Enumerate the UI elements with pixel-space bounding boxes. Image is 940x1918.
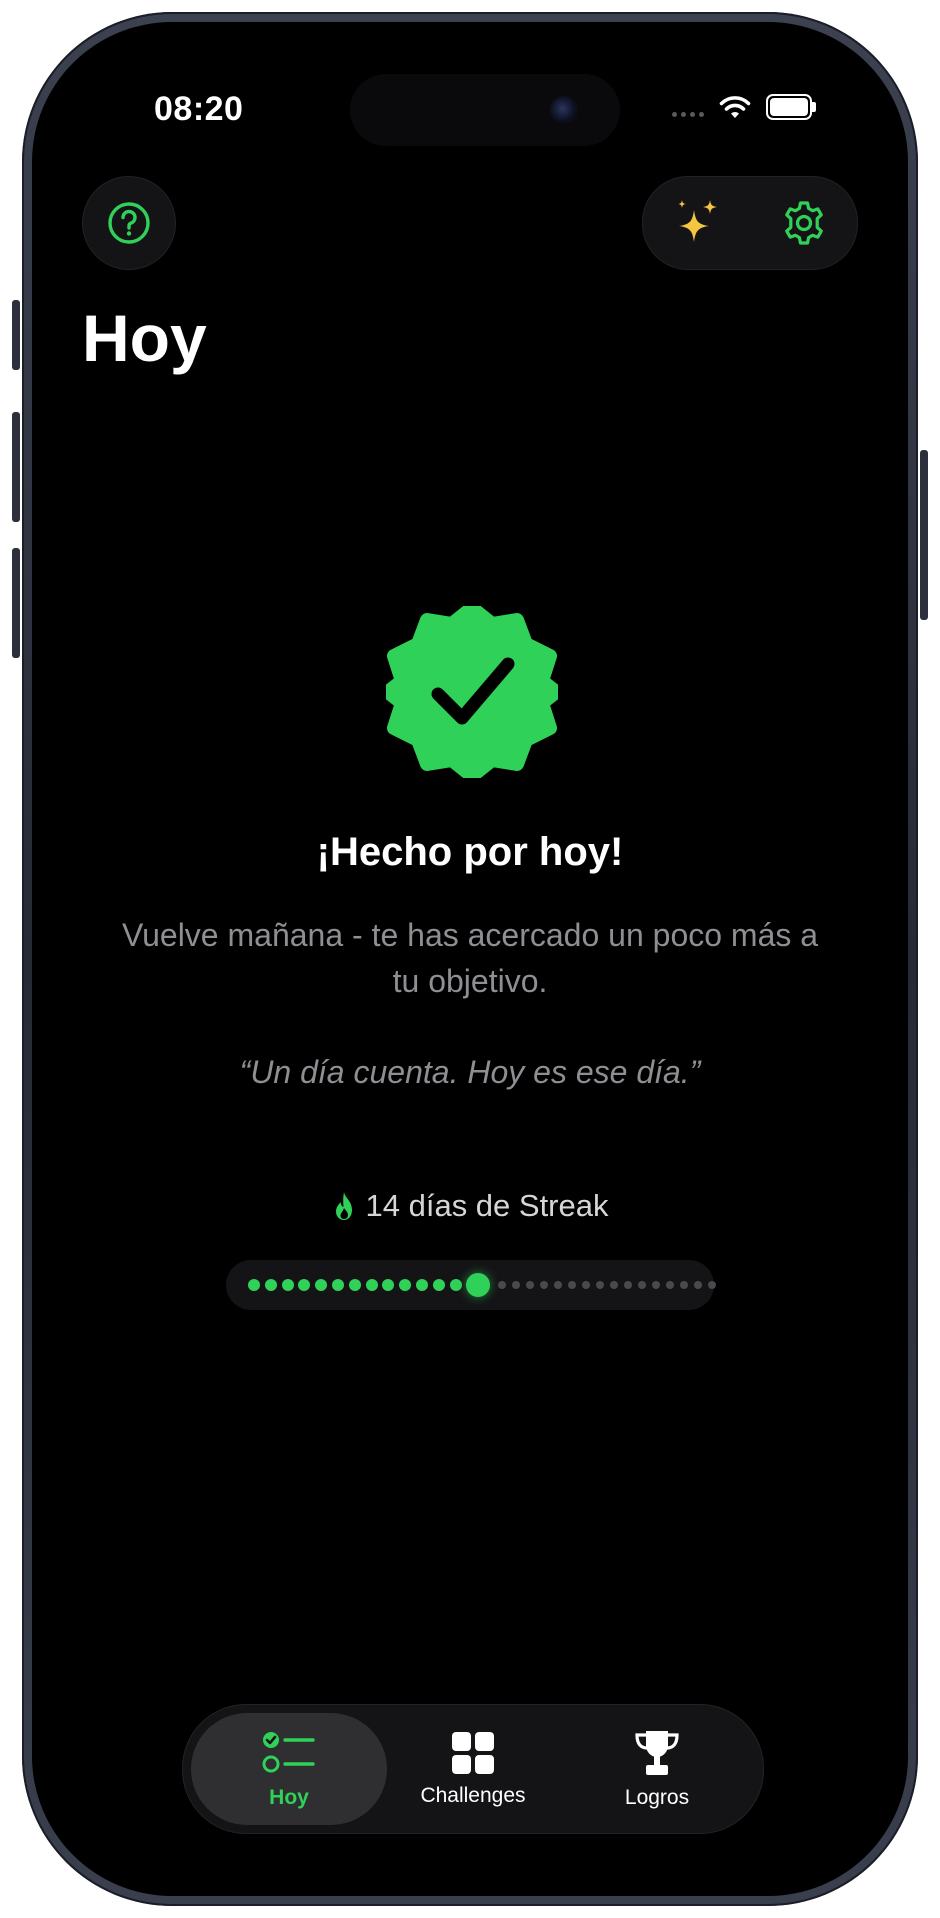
streak-day-dot-upcoming [526, 1281, 535, 1289]
dynamic-island [350, 74, 620, 146]
cellular-signal-icon [672, 111, 704, 117]
question-circle-icon [108, 202, 150, 244]
streak-day-dot-upcoming [540, 1281, 549, 1289]
streak-day-dot-completed [248, 1279, 260, 1291]
streak-day-dot-upcoming [638, 1281, 647, 1289]
streak-day-dot-completed [399, 1279, 412, 1291]
action-button [12, 300, 20, 370]
streak-day-dot-upcoming [680, 1281, 689, 1289]
streak-day-dot-completed [298, 1279, 311, 1291]
tab-label: Logros [624, 1786, 690, 1809]
streak-day-dot-completed [449, 1279, 462, 1291]
help-button[interactable] [82, 176, 176, 270]
trophy-icon [635, 1731, 679, 1775]
streak-day-dot-upcoming [498, 1281, 507, 1289]
tab-challenges[interactable]: Challenges [375, 1713, 571, 1825]
streak-day-dot-upcoming [582, 1281, 591, 1289]
sparkles-icon [677, 200, 717, 242]
flame-icon [335, 1192, 352, 1220]
streak-day-dot-completed [432, 1279, 445, 1291]
streak-day-dot-upcoming [624, 1281, 633, 1289]
volume-up-button [12, 412, 20, 522]
battery-icon [766, 94, 816, 120]
streak-summary: 14 días de Streak [32, 1188, 908, 1224]
streak-day-dot-completed [331, 1279, 344, 1291]
streak-day-dot-upcoming [512, 1281, 521, 1289]
front-camera [550, 96, 578, 124]
streak-progress-track [226, 1260, 717, 1310]
tab-label: Challenges [420, 1784, 526, 1807]
checkmark-seal-icon [386, 606, 558, 778]
streak-day-dot-completed [281, 1279, 294, 1291]
page-title: Hoy [82, 301, 207, 375]
streak-day-dot-upcoming [708, 1281, 717, 1289]
streak-current-day-dot [466, 1273, 491, 1297]
volume-down-button [12, 548, 20, 658]
streak-day-dot-completed [415, 1279, 428, 1291]
status-time: 08:20 [154, 90, 244, 128]
grid-icon [452, 1732, 494, 1774]
streak-day-dot-upcoming [568, 1281, 577, 1289]
streak-day-dot-upcoming [652, 1281, 661, 1289]
streak-label: 14 días de Streak [365, 1188, 609, 1223]
tab-logros[interactable]: Logros [559, 1713, 755, 1825]
power-button [920, 450, 928, 620]
tab-bar: Hoy Challenges Logros [182, 1704, 764, 1834]
streak-day-dot-completed [315, 1279, 328, 1291]
tab-hoy[interactable]: Hoy [191, 1713, 387, 1825]
streak-day-dot-completed [382, 1279, 395, 1291]
streak-day-dot-completed [264, 1279, 277, 1291]
streak-day-dot-upcoming [694, 1281, 703, 1289]
completion-subtitle: Vuelve mañana - te has acercado un poco … [121, 917, 819, 999]
sparkles-button[interactable] [643, 177, 750, 269]
gear-icon [784, 201, 823, 245]
checklist-icon [262, 1732, 315, 1773]
tab-label: Hoy [269, 1786, 309, 1809]
streak-day-dot-upcoming [596, 1281, 605, 1289]
settings-button[interactable] [750, 177, 857, 269]
streak-day-dot-upcoming [610, 1281, 619, 1289]
streak-day-dot-upcoming [554, 1281, 563, 1289]
wifi-icon [719, 96, 751, 118]
status-indicators [672, 94, 816, 120]
streak-day-dot-upcoming [666, 1281, 675, 1289]
streak-day-dot-completed [348, 1279, 361, 1291]
screen: 08:20 Hoy ¡Hecho por hoy! Vuelve mañana … [32, 22, 908, 1896]
completion-title: ¡Hecho por hoy! [316, 830, 624, 874]
streak-day-dot-completed [365, 1279, 378, 1291]
motivational-quote: “Un día cuenta. Hoy es ese día.” [239, 1054, 701, 1090]
toolbar-pill [642, 176, 858, 270]
